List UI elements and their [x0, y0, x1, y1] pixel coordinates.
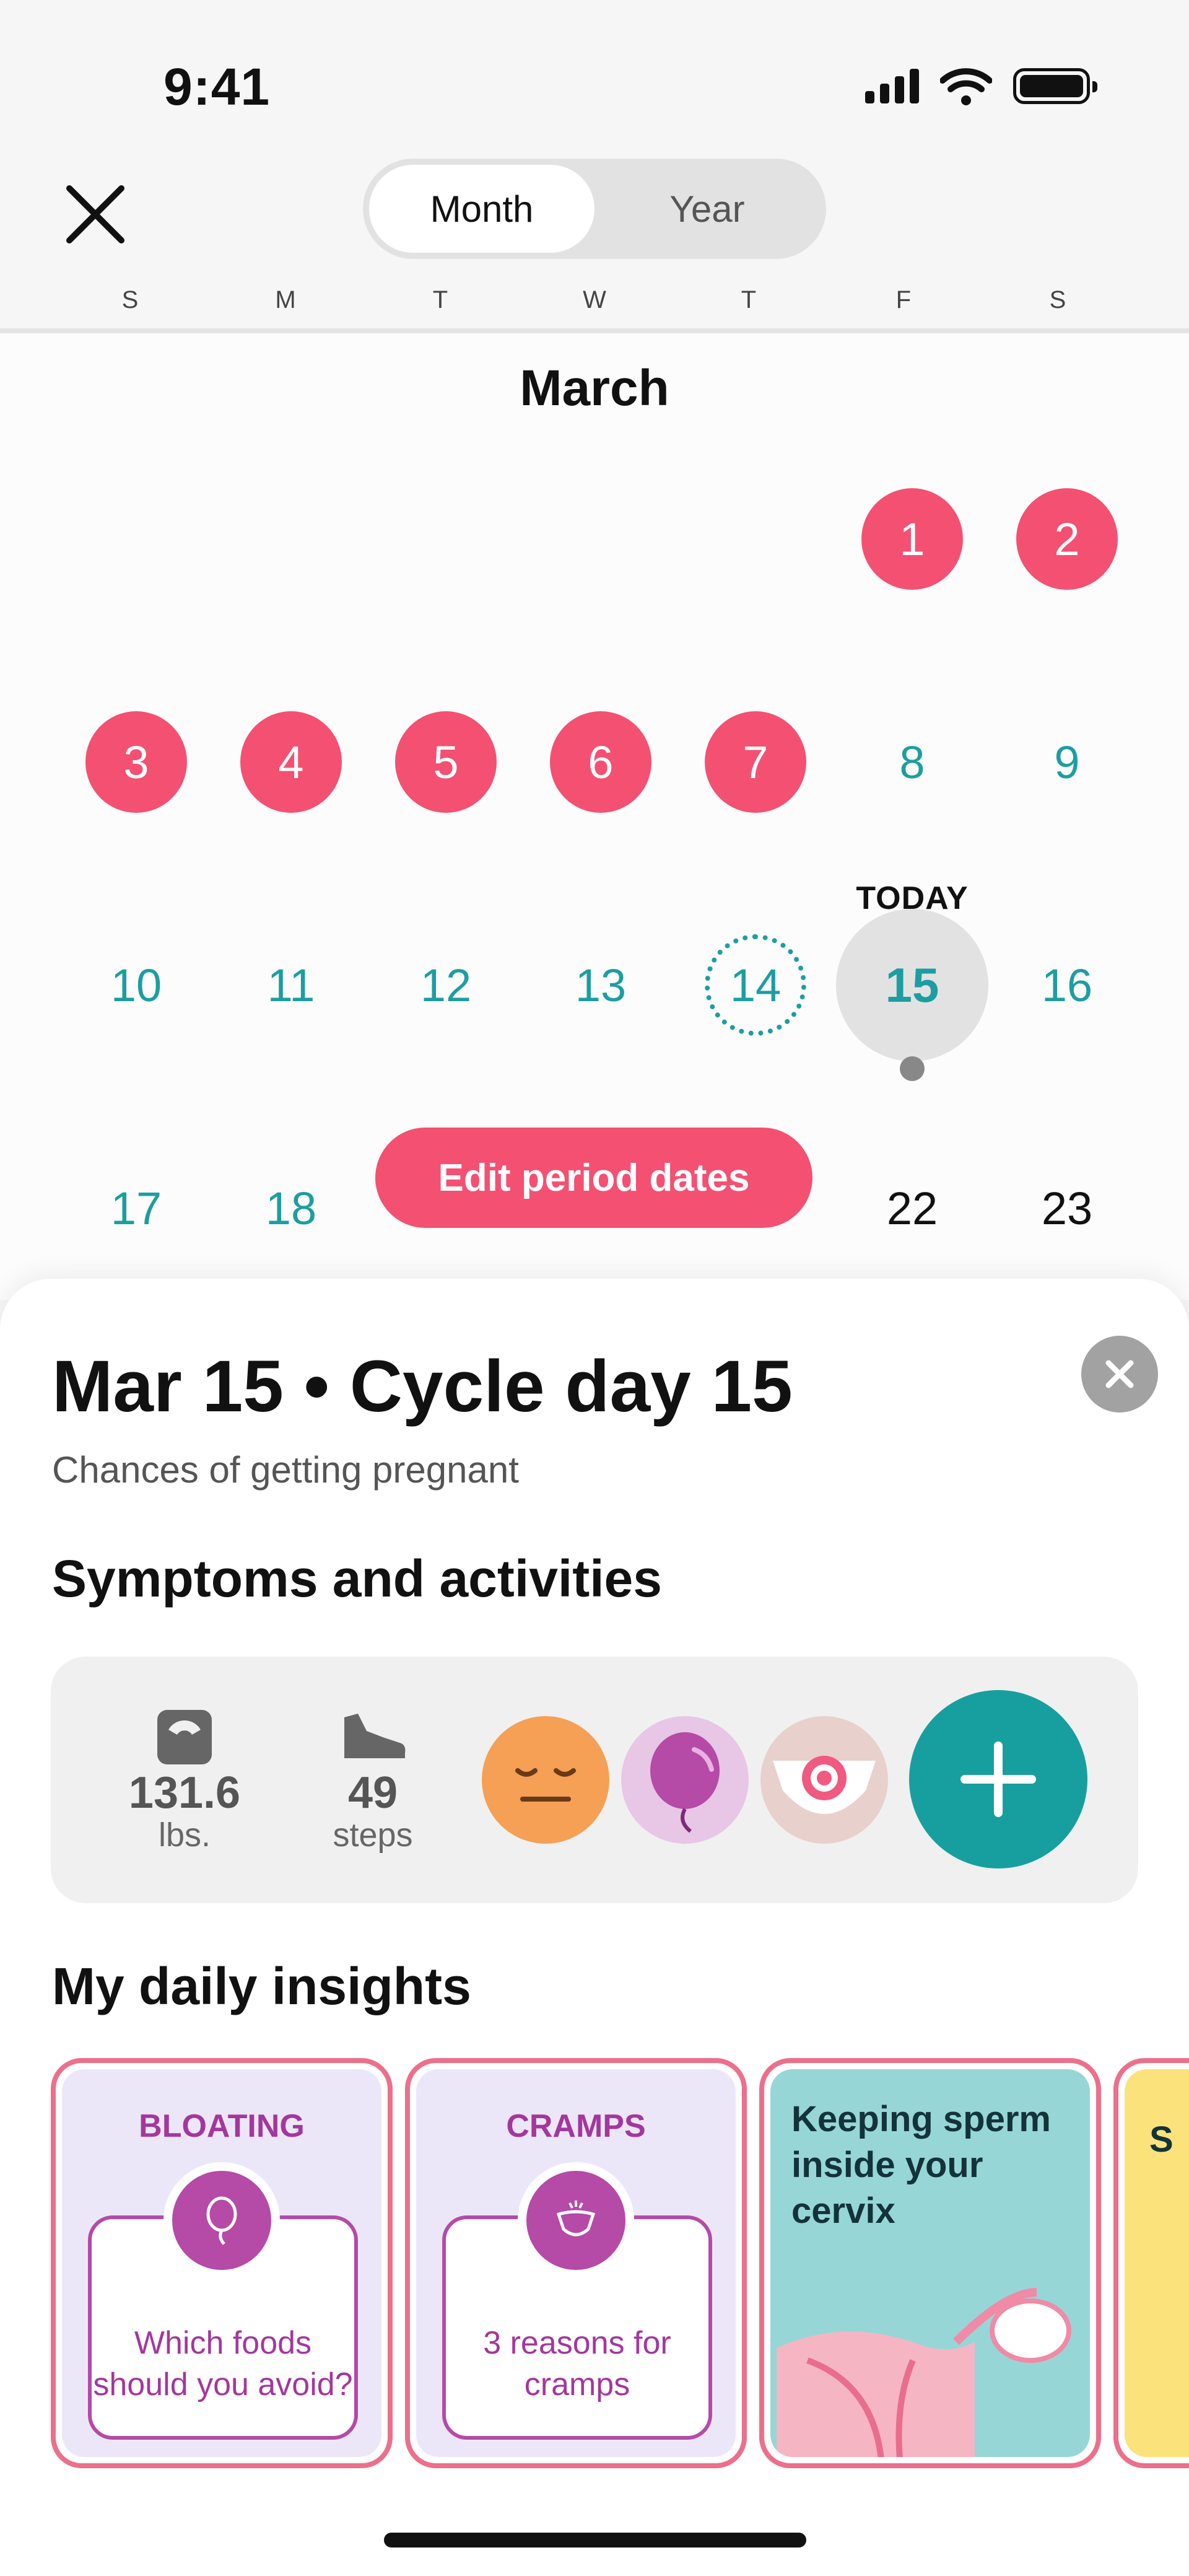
weekday-header: S M T W T F S	[0, 286, 1189, 327]
close-icon[interactable]	[58, 177, 133, 252]
calendar-day[interactable]: 16	[1016, 934, 1118, 1036]
edit-period-dates-button[interactable]: Edit period dates	[375, 1128, 812, 1228]
weekday-label: M	[275, 286, 296, 313]
status-icons	[865, 67, 1097, 105]
sheet-close-button[interactable]	[1081, 1336, 1158, 1413]
weight-value: 131.6	[128, 1768, 241, 1818]
add-symptom-button[interactable]	[909, 1690, 1087, 1868]
calendar-day[interactable]: 6	[550, 711, 651, 813]
uterus-illustration	[777, 2288, 1071, 2457]
insight-tag: CRAMPS	[506, 2108, 646, 2144]
calendar-day[interactable]: 9	[1016, 711, 1118, 813]
steps-unit: steps	[333, 1816, 413, 1854]
steps-metric[interactable]: 49 steps	[310, 1771, 436, 1855]
calendar-day[interactable]: 18	[240, 1157, 342, 1259]
weekday-label: W	[583, 286, 606, 313]
weekday-label: F	[895, 286, 912, 313]
calendar-day[interactable]: 11	[240, 934, 342, 1036]
calendar-day[interactable]: 8	[861, 711, 963, 813]
wifi-icon	[940, 68, 992, 105]
close-icon	[1105, 1360, 1134, 1388]
pregnancy-chance-text: Chances of getting pregnant	[52, 1449, 519, 1491]
calendar-day[interactable]: 3	[85, 711, 187, 813]
view-segmented-control[interactable]: Month Year	[363, 159, 826, 259]
weekday-label: T	[432, 286, 448, 313]
weekday-label: S	[121, 286, 139, 313]
calendar-day[interactable]: 12	[395, 934, 497, 1036]
insight-card[interactable]: BLOATING Which foods should you avoid?	[51, 2058, 393, 2468]
scale-icon	[157, 1710, 212, 1764]
weight-metric[interactable]: 131.6 lbs.	[121, 1771, 248, 1855]
cellular-signal-icon	[865, 69, 919, 103]
segment-year[interactable]: Year	[594, 165, 820, 253]
cramps-icon	[518, 2162, 634, 2279]
calendar-day[interactable]: 4	[240, 711, 342, 813]
calendar-day[interactable]: 10	[85, 934, 187, 1036]
header-divider	[0, 328, 1189, 333]
insight-card[interactable]: S	[1113, 2058, 1189, 2468]
calendar-day[interactable]: 1	[861, 488, 963, 590]
day-title: Mar 15 • Cycle day 15	[52, 1346, 793, 1427]
calendar-day[interactable]: 17	[85, 1157, 187, 1259]
plus-icon	[960, 1741, 1036, 1817]
insight-card[interactable]: Keeping sperm inside your cervix	[759, 2058, 1101, 2468]
log-indicator-dot	[900, 1056, 925, 1081]
insight-text: Keeping sperm inside your cervix	[791, 2099, 1051, 2232]
insights-heading: My daily insights	[52, 1957, 471, 2015]
balloon-icon	[163, 2162, 280, 2279]
calendar-day[interactable]: 5	[395, 711, 497, 813]
calendar-day[interactable]: 13	[550, 934, 651, 1036]
calendar-day-ovulation[interactable]: 14	[705, 934, 806, 1036]
steps-value: 49	[347, 1768, 398, 1818]
calm-mood-icon[interactable]	[482, 1716, 609, 1844]
bloating-balloon-icon[interactable]	[621, 1716, 749, 1844]
status-bar: 9:41	[0, 0, 1189, 149]
calendar-day[interactable]: 2	[1016, 488, 1118, 590]
calendar-day[interactable]: 22	[861, 1157, 963, 1259]
calendar-day[interactable]: 7	[705, 711, 806, 813]
segment-month[interactable]: Month	[369, 165, 594, 253]
calendar-day-today[interactable]: 15	[836, 909, 988, 1061]
battery-icon	[1013, 68, 1097, 104]
insight-card[interactable]: CRAMPS 3 reasons for cramps	[405, 2058, 747, 2468]
insight-tag: BLOATING	[139, 2108, 305, 2144]
home-indicator	[384, 2533, 806, 2548]
status-time: 9:41	[163, 58, 271, 116]
shoe-icon	[344, 1714, 406, 1758]
weight-unit: lbs.	[158, 1816, 211, 1854]
insight-text: S	[1149, 2119, 1174, 2160]
discharge-icon[interactable]	[760, 1716, 888, 1844]
weekday-label: T	[741, 286, 757, 313]
weekday-label: S	[1049, 286, 1066, 313]
symptoms-heading: Symptoms and activities	[52, 1549, 662, 1608]
month-title: March	[520, 360, 669, 416]
calendar-day[interactable]: 23	[1016, 1157, 1118, 1259]
